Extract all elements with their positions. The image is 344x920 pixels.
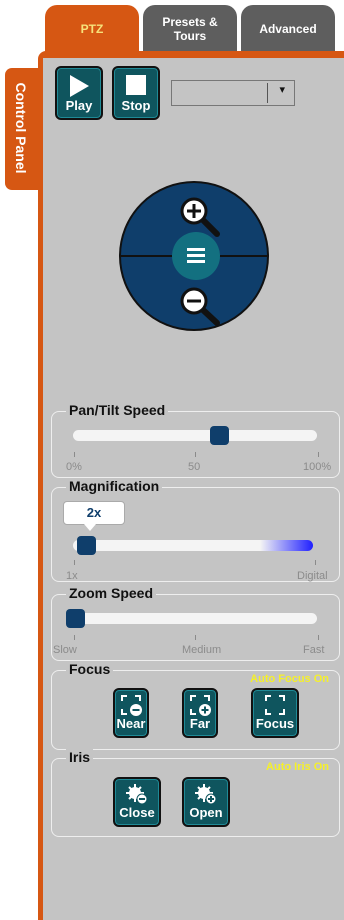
focus-far-icon [190,695,211,716]
auto-focus-button[interactable]: Focus [251,688,299,738]
menu-icon [187,248,205,263]
tick [318,452,319,457]
iris-open-button[interactable]: Open [182,777,230,827]
tab-advanced[interactable]: Advanced [241,5,335,53]
tab-ptz-label: PTZ [80,22,104,36]
play-icon [70,75,89,97]
zoom-speed-legend: Zoom Speed [66,585,157,601]
focus-near-button[interactable]: Near [113,688,149,738]
focus-near-label: Near [116,716,146,731]
tick-label-medium: Medium [182,644,222,656]
tab-presets-tours[interactable]: Presets & Tours [143,5,237,53]
auto-focus-label: Focus [255,716,295,731]
stop-icon [126,75,146,95]
stop-button[interactable]: Stop [112,66,160,120]
tab-presets-line2: Tours [173,29,207,43]
magnification-value: 2x [63,501,125,531]
tick-label-1x: 1x [66,570,78,582]
iris-close-button[interactable]: Close [113,777,161,827]
iris-open-label: Open [189,805,223,820]
magnification-slider-thumb[interactable] [77,536,97,555]
stop-label: Stop [121,98,151,113]
iris-close-icon [126,784,148,805]
ptz-joystick[interactable] [119,181,269,331]
preset-select[interactable]: ▾ [171,80,295,106]
tab-presets-label: Presets & Tours [162,15,217,43]
tick-label-mid: 50 [188,461,201,473]
tick [318,635,319,640]
pan-tilt-legend: Pan/Tilt Speed [66,402,169,418]
focus-legend: Focus [66,661,114,677]
tick [315,560,316,565]
focus-far-button[interactable]: Far [182,688,218,738]
play-button[interactable]: Play [55,66,103,120]
iris-close-label: Close [119,805,155,820]
tick [74,560,75,565]
zoom-speed-slider-thumb[interactable] [66,609,85,628]
play-label: Play [65,98,93,113]
control-panel-label: Control Panel [13,82,29,174]
focus-near-icon [121,695,142,716]
zoom-speed-slider[interactable] [73,613,317,624]
tick-label-digital: Digital [297,570,328,582]
tick-label-slow: Slow [53,644,77,656]
tab-advanced-label: Advanced [259,22,317,36]
focus-frame-icon [265,695,285,715]
tick-label-min: 0% [66,461,82,473]
tab-ptz[interactable]: PTZ [45,5,139,53]
iris-legend: Iris [66,749,94,765]
chevron-down-icon: ▾ [279,84,285,96]
auto-iris-status: Auto Iris On [266,761,329,773]
magnification-slider[interactable] [73,540,313,551]
pan-tilt-speed-group: Pan/Tilt Speed 0% 50 100% [51,402,340,478]
iris-open-icon [195,784,217,805]
tick [74,635,75,640]
tick [195,452,196,457]
tab-presets-line1: Presets & [162,15,218,29]
select-divider [267,83,268,103]
tick [195,635,196,640]
control-panel-tab[interactable]: Control Panel [5,68,38,190]
tick-label-max: 100% [303,461,332,473]
pan-tilt-slider-thumb[interactable] [210,426,230,445]
tick-label-fast: Fast [303,644,325,656]
pan-tilt-slider[interactable] [73,430,317,441]
magnification-legend: Magnification [66,478,163,494]
tick [74,452,75,457]
zoom-speed-group: Zoom Speed Slow Medium Fast [51,585,340,661]
focus-far-label: Far [189,716,211,731]
auto-focus-status: Auto Focus On [250,673,329,685]
